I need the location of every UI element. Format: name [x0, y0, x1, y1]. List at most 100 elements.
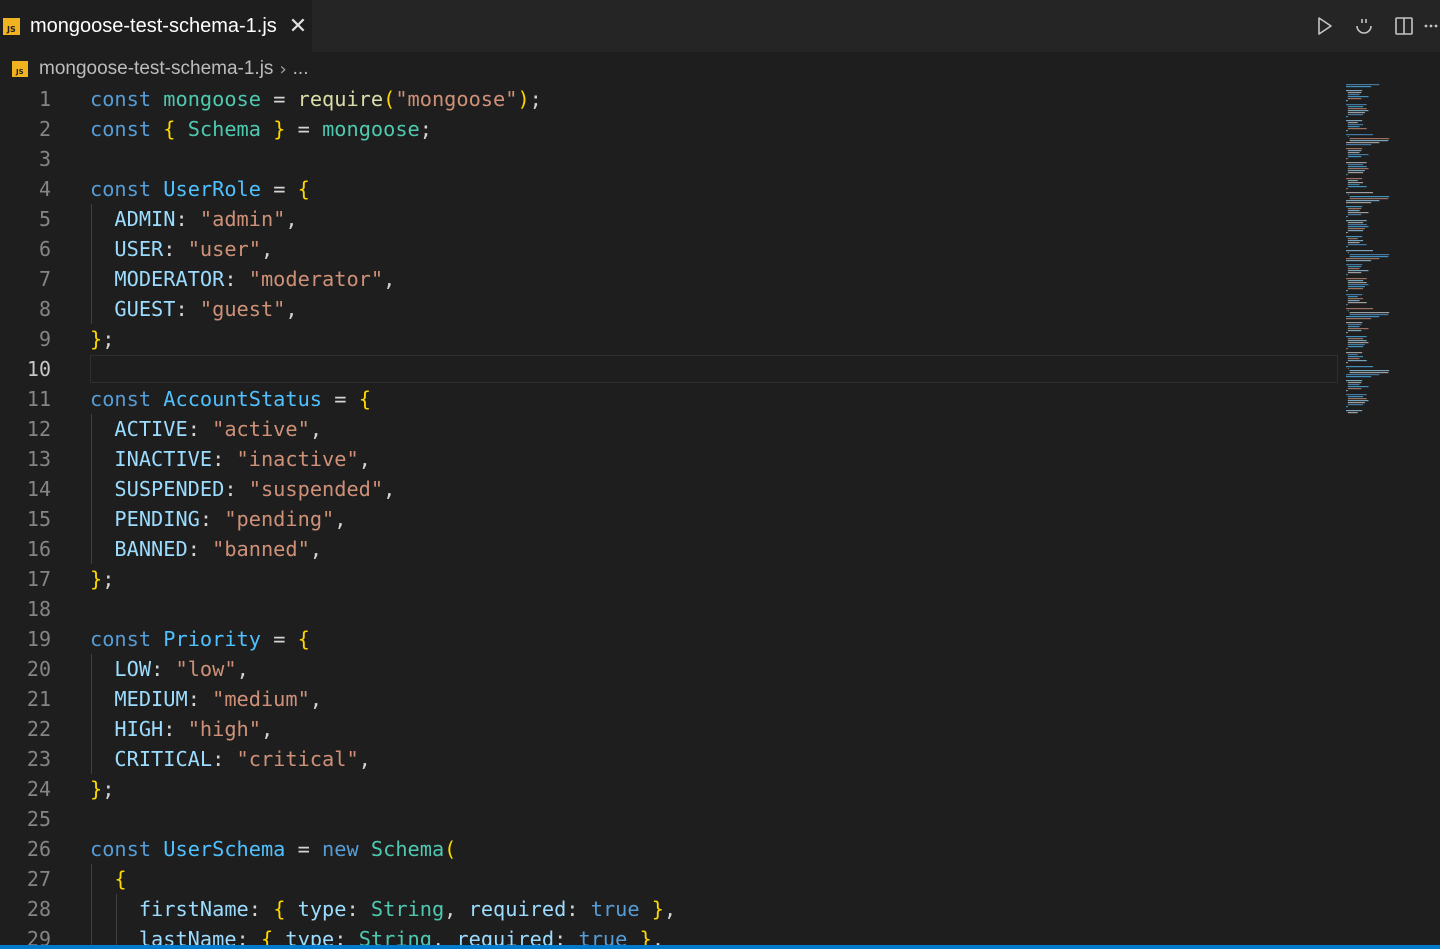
minimap-line	[1347, 288, 1364, 290]
line-number: 14	[26, 477, 51, 501]
minimap-line	[1347, 360, 1367, 362]
code-line[interactable]: 29 lastName: { type: String, required: t…	[0, 924, 1340, 945]
editor-tab[interactable]: JS mongoose-test-schema-1.js ✕	[0, 0, 312, 52]
breadcrumb-symbols[interactable]: ...	[293, 58, 309, 80]
split-editor-button[interactable]	[1384, 0, 1424, 52]
javascript-file-icon: JS	[3, 17, 20, 35]
code-line[interactable]: 27 {	[0, 864, 1340, 894]
minimap-line	[1347, 354, 1358, 356]
breadcrumb-file[interactable]: mongoose-test-schema-1.js	[39, 58, 273, 80]
code-line[interactable]: 11 const AccountStatus = {	[0, 384, 1340, 414]
minimap-line	[1347, 228, 1365, 230]
run-icon	[1318, 17, 1332, 35]
minimap-line	[1346, 142, 1380, 144]
minimap-line	[1346, 348, 1348, 350]
run-button[interactable]	[1304, 0, 1344, 52]
code-line[interactable]: 2 const { Schema } = mongoose;	[0, 114, 1340, 144]
minimap-line	[1346, 406, 1348, 408]
line-number: 11	[26, 387, 51, 411]
code-line[interactable]: 21 MEDIUM: "medium",	[0, 684, 1340, 714]
line-number: 2	[38, 117, 51, 141]
minimap-line	[1347, 382, 1362, 384]
minimap[interactable]	[1344, 84, 1440, 424]
code-line[interactable]: 23 CRITICAL: "critical",	[0, 744, 1340, 774]
status-bar	[0, 945, 1440, 949]
code-line[interactable]: 20 LOW: "low",	[0, 654, 1340, 684]
minimap-line	[1346, 120, 1363, 122]
minimap-line	[1347, 98, 1362, 100]
code-line[interactable]: 25	[0, 804, 1340, 834]
code-line[interactable]: 9};	[0, 324, 1340, 354]
minimap-line	[1349, 254, 1390, 256]
minimap-line	[1347, 226, 1369, 228]
tab-title: mongoose-test-schema-1.js	[30, 14, 277, 37]
close-icon[interactable]: ✕	[289, 15, 307, 37]
code-text: };	[90, 567, 115, 591]
code-line[interactable]: 13 INACTIVE: "inactive",	[0, 444, 1340, 474]
line-number: 7	[38, 267, 51, 291]
minimap-line	[1347, 112, 1365, 114]
minimap-line	[1346, 216, 1348, 218]
minimap-line	[1346, 290, 1348, 292]
minimap-line	[1346, 264, 1363, 266]
minimap-line	[1346, 202, 1372, 204]
code-line[interactable]: 26 const UserSchema = new Schema(	[0, 834, 1340, 864]
minimap-line	[1349, 256, 1389, 258]
line-number: 8	[38, 297, 51, 321]
more-actions-icon	[1424, 24, 1438, 28]
code-line[interactable]: 24};	[0, 774, 1340, 804]
chevron-right-icon: ›	[279, 58, 287, 80]
code-line[interactable]: 6 USER: "user",	[0, 234, 1340, 264]
javascript-file-icon: JS	[12, 61, 28, 77]
minimap-line	[1346, 84, 1380, 86]
code-line[interactable]: 5 ADMIN: "admin",	[0, 204, 1340, 234]
code-line[interactable]: 10	[0, 354, 1340, 384]
code-line[interactable]: 22 HIGH: "high",	[0, 714, 1340, 744]
minimap-line	[1347, 224, 1367, 226]
code-line[interactable]: 16 BANNED: "banned",	[0, 534, 1340, 564]
code-text: ADMIN: "admin",	[114, 207, 298, 231]
minimap-line	[1346, 200, 1380, 202]
code-line[interactable]: 1 const mongoose = require("mongoose");	[0, 84, 1340, 114]
line-number: 26	[26, 837, 51, 861]
minimap-line	[1347, 346, 1364, 348]
minimap-line	[1346, 376, 1372, 378]
minimap-line	[1347, 184, 1360, 186]
minimap-line	[1346, 116, 1348, 118]
code-line[interactable]: 14 SUSPENDED: "suspended",	[0, 474, 1340, 504]
code-line[interactable]: 18	[0, 594, 1340, 624]
minimap-line	[1347, 110, 1369, 112]
minimap-line	[1347, 194, 1349, 196]
minimap-line	[1346, 220, 1367, 222]
minimap-line	[1347, 344, 1365, 346]
code-line[interactable]: 28 firstName: { type: String, required: …	[0, 894, 1340, 924]
minimap-line	[1346, 130, 1348, 132]
minimap-line	[1347, 286, 1365, 288]
code-line[interactable]: 7 MODERATOR: "moderator",	[0, 264, 1340, 294]
line-number: 20	[26, 657, 51, 681]
minimap-line	[1347, 280, 1364, 282]
minimap-line	[1347, 214, 1362, 216]
code-line[interactable]: 17};	[0, 564, 1340, 594]
open-changes-button[interactable]	[1344, 0, 1384, 52]
code-line[interactable]: 12 ACTIVE: "active",	[0, 414, 1340, 444]
code-line[interactable]: 8 GUEST: "guest",	[0, 294, 1340, 324]
code-line[interactable]: 3	[0, 144, 1340, 174]
code-text: PENDING: "pending",	[114, 507, 347, 531]
minimap-line	[1347, 154, 1369, 156]
code-line[interactable]: 15 PENDING: "pending",	[0, 504, 1340, 534]
code-text: const mongoose = require("mongoose");	[90, 87, 542, 111]
code-line[interactable]: 4 const UserRole = {	[0, 174, 1340, 204]
minimap-line	[1347, 284, 1369, 286]
code-text: HIGH: "high",	[114, 717, 274, 741]
more-actions-button[interactable]	[1424, 0, 1440, 52]
minimap-line	[1347, 92, 1362, 94]
line-number: 23	[26, 747, 51, 771]
code-text: firstName: { type: String, required: tru…	[138, 897, 677, 921]
code-text: MEDIUM: "medium",	[114, 687, 323, 711]
line-number: 24	[26, 777, 51, 801]
code-editor[interactable]: 1 const mongoose = require("mongoose"); 2 c…	[0, 84, 1440, 945]
code-line[interactable]: 19 const Priority = {	[0, 624, 1340, 654]
line-number: 5	[38, 207, 51, 231]
minimap-line	[1347, 240, 1364, 242]
